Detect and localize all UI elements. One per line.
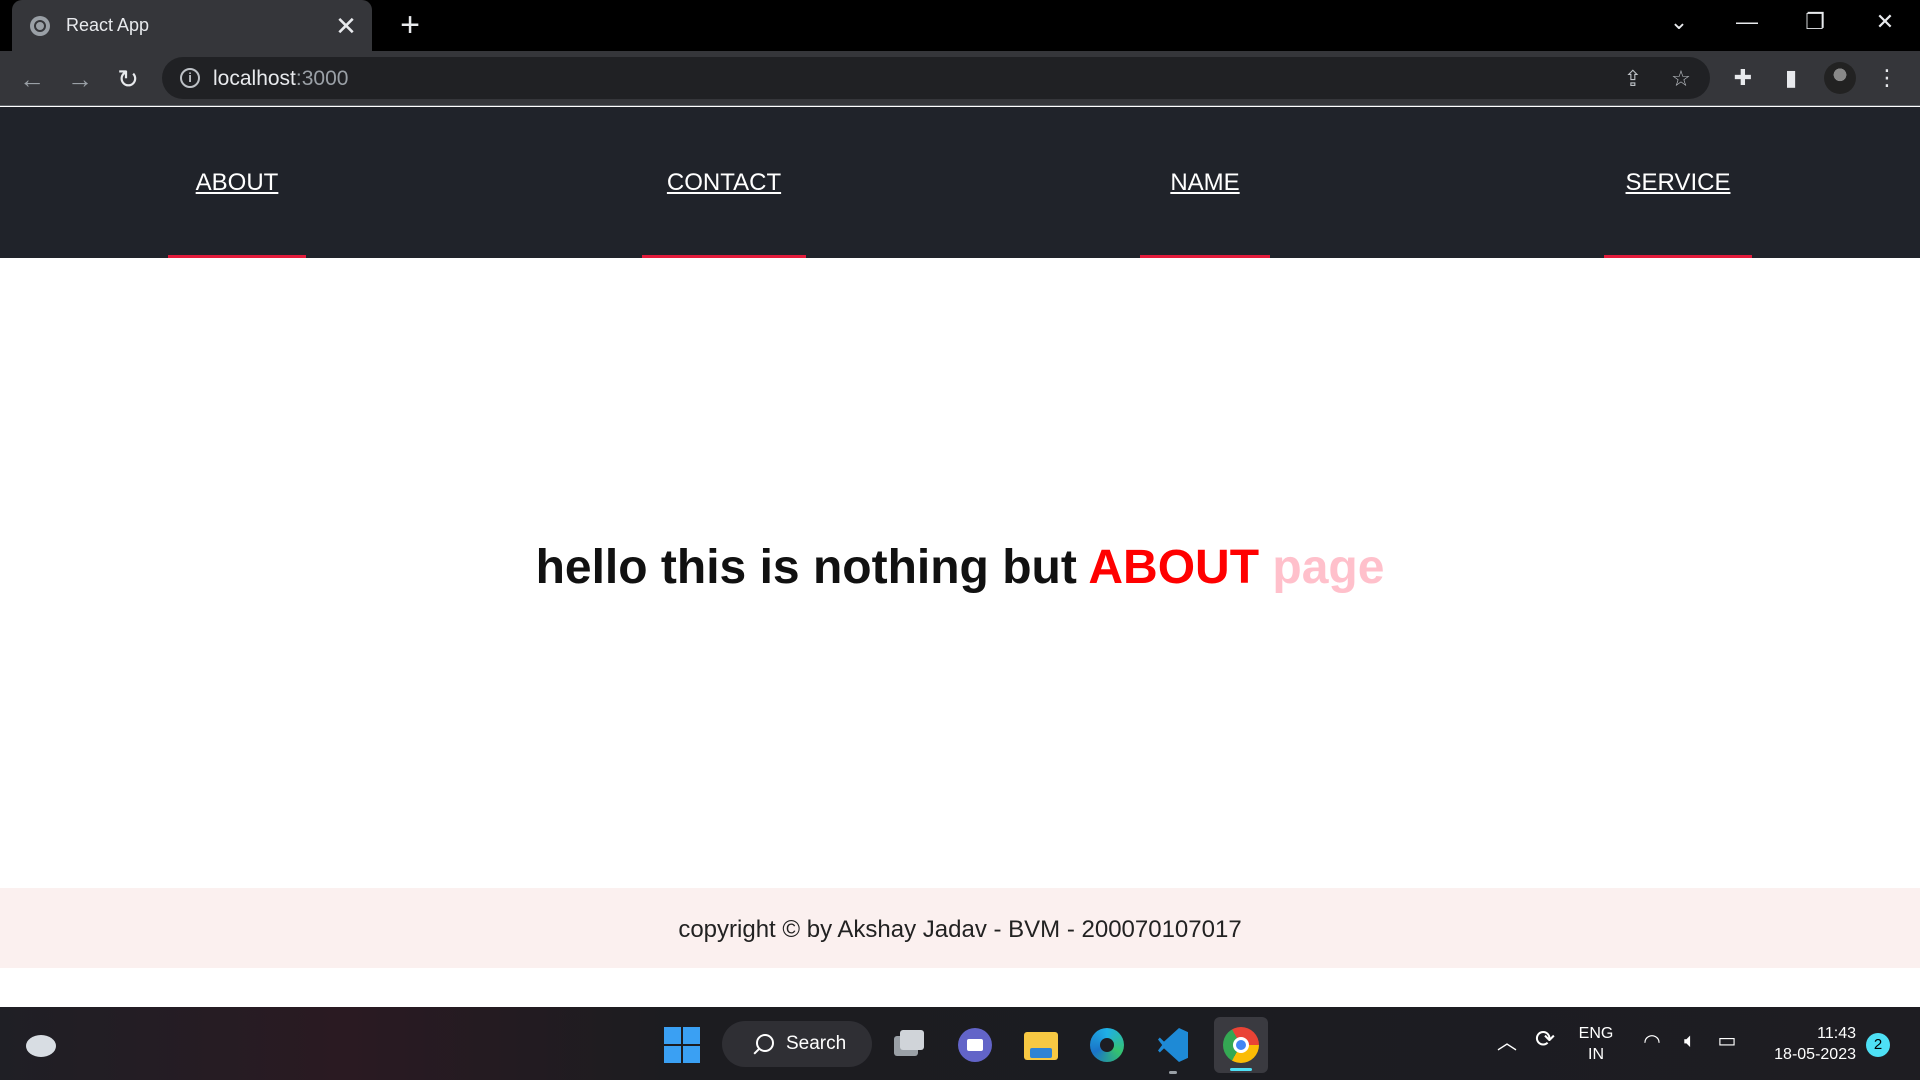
forward-button[interactable]: → [60,59,100,99]
copyright-text: copyright © by Akshay Jadav - BVM - 2000… [678,916,1242,943]
region-code: IN [1588,1046,1604,1063]
side-panel-icon[interactable]: ▮ [1774,61,1808,95]
taskbar-search-label: Search [786,1033,847,1054]
site-footer: copyright © by Akshay Jadav - BVM - 2000… [0,888,1920,968]
nav-link-service[interactable]: SERVICE [1604,107,1752,258]
nav-underline-service [1604,255,1752,258]
url-text[interactable]: localhost:3000 [213,67,348,91]
back-button[interactable]: ← [12,59,52,99]
tab-title: React App [66,15,150,35]
task-view-icon[interactable] [888,1024,930,1066]
file-explorer-icon[interactable] [1020,1024,1062,1066]
tab-close-icon[interactable]: ✕ [334,13,358,39]
battery-icon[interactable]: ▭ [1712,1031,1742,1052]
url-port: :3000 [295,67,349,90]
sync-status-icon[interactable]: ⟳ [1530,1028,1560,1052]
teams-chat-icon[interactable] [954,1024,996,1066]
nav-underline-contact [642,255,806,258]
taskbar-search-button[interactable]: Search [722,1021,872,1067]
tab-search-chevron-icon[interactable]: ⌄ [1650,0,1708,44]
start-button-icon[interactable] [664,1027,700,1063]
language-indicator[interactable]: ENG IN [1572,1023,1620,1065]
site-info-icon[interactable]: i [180,68,200,88]
bookmark-star-icon[interactable]: ☆ [1666,64,1696,94]
search-icon [756,1034,774,1052]
wifi-icon[interactable]: ◠ [1638,1032,1666,1053]
new-tab-button[interactable]: + [392,8,428,44]
address-bar[interactable]: i localhost:3000 ⇪ ☆ [162,57,1710,99]
heading-suffix: page [1259,541,1385,594]
close-window-button[interactable]: ✕ [1856,0,1914,44]
minimize-button[interactable]: — [1718,0,1776,44]
restore-button[interactable]: ❐ [1786,0,1844,44]
heading-highlight: ABOUT [1088,541,1260,594]
profile-avatar[interactable] [1824,62,1856,94]
volume-icon[interactable]: 🔈︎ [1676,1031,1704,1052]
site-navbar: ABOUT CONTACT NAME SERVICE [0,107,1920,258]
tab-strip: React App ✕ + ⌄ — ❐ ✕ [0,0,1920,51]
language-code: ENG [1578,1025,1614,1042]
heading-text: hello this is nothing but [535,541,1089,594]
url-host: localhost [213,67,296,90]
reload-button[interactable]: ↻ [108,59,148,99]
clock-date: 18-05-2023 [1774,1046,1856,1063]
weather-widget-icon[interactable] [24,1029,60,1059]
tray-overflow-chevron-icon[interactable]: ︿ [1496,1033,1518,1054]
share-icon[interactable]: ⇪ [1618,64,1648,94]
nav-link-name[interactable]: NAME [1140,107,1270,258]
nav-underline-name [1140,255,1270,258]
clock[interactable]: 11:43 18-05-2023 [1752,1023,1856,1065]
browser-tab[interactable]: React App ✕ [12,0,372,51]
nav-link-about[interactable]: ABOUT [168,107,306,258]
vscode-icon[interactable] [1152,1024,1194,1074]
notification-badge[interactable]: 2 [1866,1033,1890,1057]
nav-underline-about [168,255,306,258]
globe-icon [30,15,50,36]
browser-menu-icon[interactable]: ⋮ [1870,61,1904,95]
edge-browser-icon[interactable] [1086,1024,1128,1066]
extensions-icon[interactable]: ✚ [1726,61,1760,95]
nav-link-contact[interactable]: CONTACT [642,107,806,258]
clock-time: 11:43 [1817,1025,1856,1042]
page-heading: hello this is nothing but ABOUT page [0,540,1920,595]
chrome-icon[interactable] [1214,1017,1268,1073]
browser-toolbar: ← → ↻ i localhost:3000 ⇪ ☆ ✚ ▮ ⋮ [0,51,1920,106]
